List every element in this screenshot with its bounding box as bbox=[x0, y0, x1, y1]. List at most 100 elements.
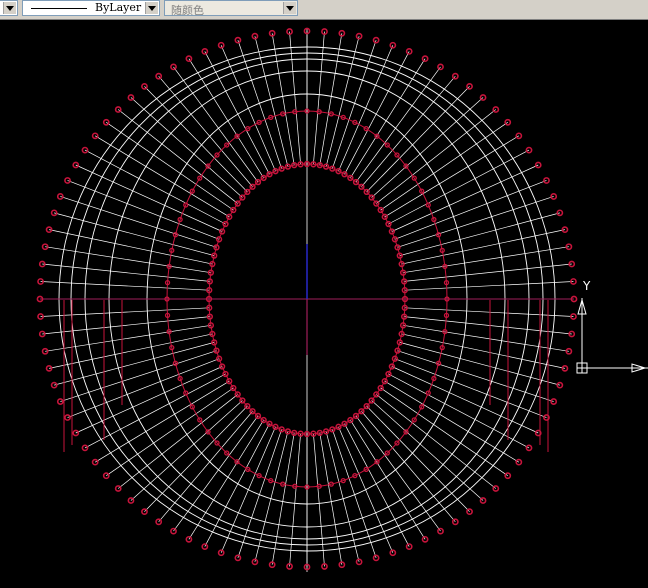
outer-point-marker bbox=[268, 561, 276, 569]
linetype-value: ByLayer bbox=[95, 1, 142, 14]
radial-line bbox=[94, 380, 230, 463]
outer-point-marker bbox=[437, 527, 444, 535]
radial-line bbox=[401, 229, 565, 265]
ucs-icon: Y bbox=[576, 279, 648, 374]
radial-line bbox=[371, 400, 484, 501]
radial-line bbox=[40, 281, 210, 291]
radial-line bbox=[371, 97, 484, 198]
radial-line bbox=[49, 333, 213, 369]
radial-line bbox=[289, 31, 301, 165]
outer-point-marker bbox=[515, 132, 523, 140]
outer-point-marker bbox=[550, 193, 558, 200]
outer-point-marker bbox=[234, 554, 242, 562]
radial-line bbox=[380, 122, 508, 211]
radial-line bbox=[399, 342, 560, 386]
radial-line bbox=[404, 316, 572, 335]
radial-line bbox=[237, 429, 282, 558]
radial-line bbox=[130, 400, 243, 501]
outer-point-marker bbox=[91, 132, 99, 140]
radial-line bbox=[403, 246, 569, 274]
radial-line bbox=[313, 433, 325, 567]
outer-point-marker bbox=[127, 497, 135, 504]
radial-line bbox=[332, 40, 377, 169]
radial-line bbox=[45, 246, 211, 274]
outer-point-marker bbox=[561, 226, 569, 234]
dropdown-arrow-icon[interactable] bbox=[3, 2, 16, 14]
radial-line bbox=[106, 387, 234, 476]
radial-line bbox=[130, 97, 243, 198]
radial-line bbox=[67, 358, 220, 418]
radial-line bbox=[380, 387, 508, 476]
linetype-dropdown[interactable]: ByLayer bbox=[22, 0, 160, 16]
drawing-viewport[interactable]: Y bbox=[0, 20, 648, 583]
radial-line bbox=[399, 212, 560, 256]
radial-line bbox=[117, 394, 238, 489]
radial-line bbox=[397, 196, 554, 248]
outer-point-marker bbox=[543, 414, 550, 421]
radial-line bbox=[67, 180, 220, 240]
outer-point-marker bbox=[338, 561, 346, 569]
outer-point-marker bbox=[565, 243, 573, 251]
radial-line bbox=[394, 358, 547, 418]
radial-line bbox=[376, 394, 497, 489]
radial-line bbox=[45, 324, 211, 352]
outer-point-marker bbox=[421, 535, 429, 543]
outer-point-marker bbox=[543, 177, 550, 184]
radial-line bbox=[237, 40, 282, 169]
radial-line bbox=[313, 31, 325, 165]
outer-point-marker bbox=[185, 535, 193, 543]
radial-line bbox=[391, 366, 539, 434]
left-dropdown-fragment[interactable] bbox=[0, 0, 18, 16]
radial-line bbox=[391, 164, 539, 232]
outer-point-marker bbox=[127, 94, 135, 101]
ucs-y-label: Y bbox=[582, 279, 591, 293]
outer-point-marker bbox=[372, 554, 380, 562]
radial-line bbox=[271, 432, 295, 565]
radial-line bbox=[376, 109, 497, 204]
drawing-canvas[interactable]: Y bbox=[0, 20, 648, 583]
radial-line bbox=[403, 324, 569, 352]
outer-point-marker bbox=[185, 55, 193, 63]
radial-line bbox=[117, 109, 238, 204]
radial-line bbox=[384, 380, 520, 463]
radial-line bbox=[319, 432, 343, 565]
radial-line bbox=[106, 122, 234, 211]
linetype-sample-line bbox=[31, 8, 87, 9]
radial-line bbox=[388, 149, 530, 225]
radial-line bbox=[84, 149, 226, 225]
outer-point-marker bbox=[170, 527, 177, 535]
radial-line bbox=[42, 316, 210, 335]
radial-line bbox=[84, 373, 226, 449]
outer-point-marker bbox=[565, 347, 573, 355]
outer-point-marker bbox=[525, 146, 533, 154]
outer-point-marker bbox=[568, 330, 576, 338]
outer-point-marker bbox=[568, 260, 576, 268]
radial-line bbox=[319, 33, 343, 166]
outer-point-marker bbox=[286, 563, 293, 570]
radial-line bbox=[289, 433, 301, 567]
radial-line bbox=[394, 180, 547, 240]
radial-line bbox=[54, 212, 215, 256]
properties-toolbar: ByLayer 随颜色 bbox=[0, 0, 648, 20]
radial-line bbox=[271, 33, 295, 166]
radial-line bbox=[75, 164, 223, 232]
radial-line bbox=[404, 281, 574, 291]
outer-point-marker bbox=[64, 177, 71, 184]
dropdown-arrow-icon[interactable] bbox=[283, 2, 296, 14]
outer-point-marker bbox=[234, 36, 242, 44]
radial-line bbox=[42, 263, 210, 282]
radial-line bbox=[75, 366, 223, 434]
dropdown-arrow-icon[interactable] bbox=[145, 2, 158, 14]
outer-point-marker bbox=[321, 563, 328, 570]
radial-line bbox=[40, 307, 210, 317]
radial-line bbox=[397, 350, 554, 402]
outer-point-marker bbox=[217, 549, 225, 557]
radial-line bbox=[60, 196, 217, 248]
color-value: 随颜色 bbox=[171, 5, 204, 17]
outer-point-marker bbox=[550, 398, 558, 405]
radial-line bbox=[332, 429, 377, 558]
radial-line bbox=[49, 229, 213, 265]
outer-point-marker bbox=[525, 444, 533, 452]
outer-point-marker bbox=[56, 193, 64, 200]
color-dropdown[interactable]: 随颜色 bbox=[164, 0, 298, 17]
